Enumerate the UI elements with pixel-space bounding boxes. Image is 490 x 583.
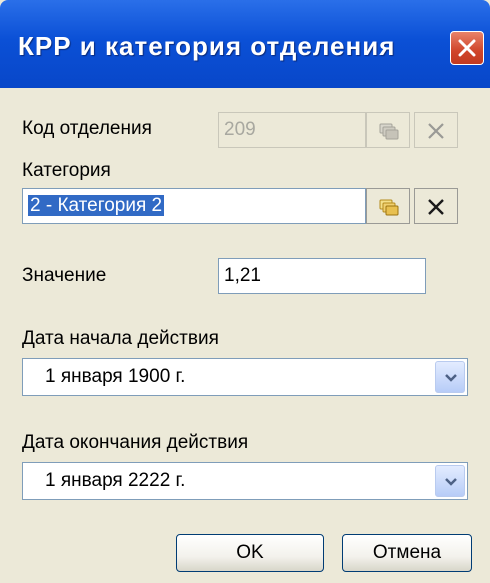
department-lookup-button (366, 112, 410, 148)
category-lookup-button[interactable] (366, 188, 410, 224)
end-date-picker[interactable]: 1 января 2222 г. (22, 462, 468, 500)
department-clear-button (414, 112, 458, 148)
start-date-label: Дата начала действия (22, 328, 219, 349)
chevron-down-icon (445, 478, 457, 486)
end-date-label: Дата окончания действия (22, 432, 249, 453)
category-field[interactable]: 2 - Категория 2 (22, 188, 366, 224)
chevron-down-icon (445, 374, 457, 382)
value-label: Значение (22, 265, 107, 286)
end-date-value: 1 января 2222 г. (45, 470, 186, 491)
window-title: КРР и категория отделения (18, 31, 396, 61)
x-clear-icon (428, 199, 444, 215)
department-code-label: Код отделения (22, 118, 152, 139)
close-button[interactable] (450, 31, 484, 65)
ok-button[interactable]: OK (176, 534, 324, 572)
folder-stack-icon (379, 123, 399, 140)
x-clear-icon (428, 123, 444, 139)
category-clear-button[interactable] (414, 188, 458, 224)
close-icon (458, 39, 476, 57)
start-date-value: 1 января 1900 г. (45, 366, 186, 387)
title-bar[interactable]: КРР и категория отделения (0, 0, 490, 88)
category-value: 2 - Категория 2 (28, 195, 165, 216)
start-date-picker[interactable]: 1 января 1900 г. (22, 358, 468, 396)
department-code-field: 209 (218, 112, 366, 148)
cancel-button[interactable]: Отмена (342, 534, 472, 572)
end-date-dropdown-button[interactable] (435, 465, 465, 497)
category-label: Категория (22, 160, 111, 181)
folder-stack-icon (379, 199, 399, 216)
start-date-dropdown-button[interactable] (435, 361, 465, 393)
value-input[interactable]: 1,21 (218, 258, 426, 294)
dialog-window: КРР и категория отделения Код отделения … (0, 0, 490, 583)
